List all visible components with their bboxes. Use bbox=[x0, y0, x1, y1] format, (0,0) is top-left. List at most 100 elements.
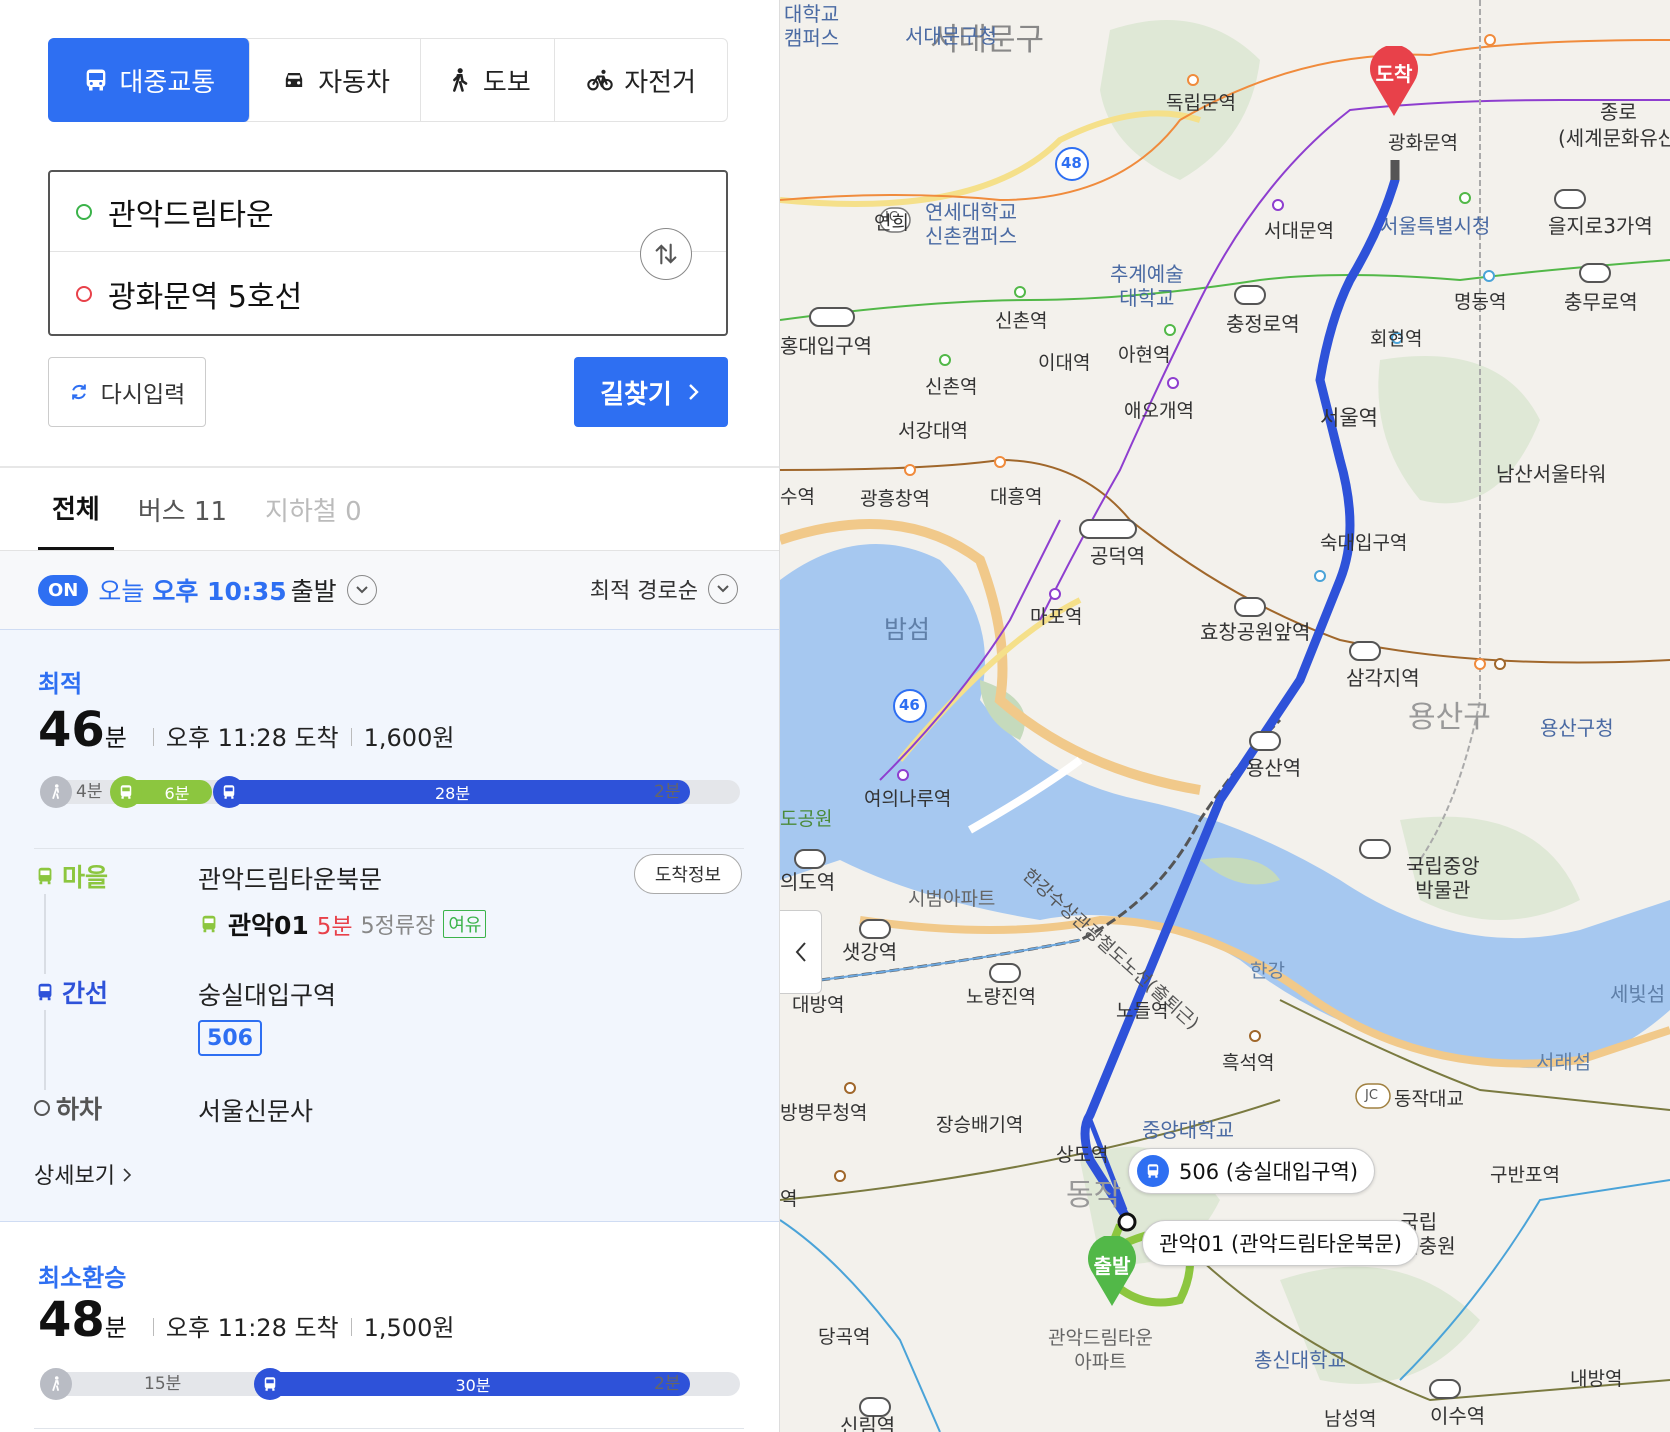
bus-icon bbox=[264, 1377, 276, 1391]
bus-icon bbox=[223, 785, 235, 799]
bus-506-callout[interactable]: 506 (숭실대입구역) bbox=[1128, 1148, 1376, 1194]
car-icon bbox=[286, 73, 303, 87]
swap-arrows-icon bbox=[655, 243, 677, 265]
map-label: 서래섬 bbox=[1536, 1050, 1592, 1074]
swap-button[interactable] bbox=[640, 228, 692, 280]
village-bus-number[interactable]: 관악01 bbox=[228, 906, 309, 942]
map-label: 장승배기역 bbox=[936, 1114, 1024, 1136]
map-label: 충무로역 bbox=[1564, 290, 1638, 314]
alight-step-type: 하차 bbox=[34, 1090, 103, 1126]
minutes-unit: 분 bbox=[104, 724, 127, 752]
map-label: 서대문역 bbox=[1264, 220, 1334, 242]
sort-dropdown[interactable]: 최적 경로순 bbox=[590, 573, 738, 605]
map-label: 추계예술 대학교 bbox=[1110, 262, 1184, 310]
on-badge[interactable]: ON bbox=[38, 574, 89, 606]
refresh-icon bbox=[71, 384, 86, 400]
alight-type-label: 하차 bbox=[56, 1095, 103, 1124]
map-label: 수역 bbox=[780, 486, 815, 508]
map-label: 시범아파트 bbox=[908, 888, 996, 910]
filter-subway[interactable]: 지하철 0 bbox=[251, 468, 376, 550]
reset-label: 다시입력 bbox=[100, 382, 186, 408]
walk-icon bbox=[52, 1376, 60, 1392]
trunk-bus-segment-icon bbox=[213, 776, 245, 808]
filter-bus[interactable]: 버스 11 bbox=[124, 468, 241, 550]
trunk-bus-duration: 30분 bbox=[455, 1376, 491, 1395]
bus-icon bbox=[86, 69, 105, 91]
map-label: 세빛섬 bbox=[1610, 982, 1666, 1006]
tab-car[interactable]: 자동차 bbox=[250, 39, 422, 121]
map-label: 숙대입구역 bbox=[1320, 532, 1408, 554]
map-view[interactable]: 대학교 캠퍼스 서대문구 서대문구청 독립문역 광화문역 종로 (세계문화유산 … bbox=[780, 0, 1670, 1432]
separator bbox=[350, 1318, 352, 1336]
bus-gwanak01-callout[interactable]: 관악01 (관악드림타운북문) bbox=[1142, 1220, 1419, 1266]
detail-link[interactable]: 상세보기 bbox=[34, 1158, 132, 1190]
map-label: 용산구청 bbox=[1540, 716, 1614, 740]
destination-field[interactable]: 광화문역 5호선 bbox=[50, 254, 650, 334]
route-input-box: 관악드림타운 광화문역 5호선 bbox=[48, 170, 728, 336]
destination-dot-icon bbox=[76, 286, 92, 302]
trunk-bus-type-label: 간선 bbox=[62, 979, 109, 1008]
map-label: 동작 bbox=[1066, 1178, 1122, 1213]
map-label: 상도역 bbox=[1056, 1144, 1109, 1166]
chevron-left-icon bbox=[795, 942, 806, 962]
map-label: 회현역 bbox=[1370, 328, 1423, 350]
bus-icon bbox=[38, 983, 52, 1001]
village-bus-duration: 6분 bbox=[164, 784, 190, 803]
map-label: 연희 bbox=[874, 212, 909, 234]
map-label: 신림역 bbox=[840, 1414, 896, 1432]
filter-all[interactable]: 전체 bbox=[38, 468, 114, 550]
time-dropdown-button[interactable] bbox=[346, 575, 377, 605]
route-time-bar: 4분 6분 28분 2분 bbox=[40, 776, 740, 808]
find-route-button[interactable]: 길찾기 bbox=[574, 357, 728, 427]
departure-time[interactable]: 오늘 오후 10:35 bbox=[98, 572, 286, 608]
reset-button[interactable]: 다시입력 bbox=[48, 357, 206, 427]
map-label: 충정로역 bbox=[1226, 312, 1300, 336]
trunk-bus-segment: 28분 bbox=[215, 780, 690, 804]
walk-segment-icon bbox=[40, 776, 72, 808]
tab-bike[interactable]: 자전거 bbox=[555, 39, 727, 121]
chevron-right-icon bbox=[689, 384, 699, 400]
arrival-info-button[interactable]: 도착정보 bbox=[634, 854, 742, 894]
walk-icon bbox=[52, 784, 60, 800]
result-label: 최적 bbox=[38, 670, 83, 698]
tab-transit[interactable]: 대중교통 bbox=[48, 38, 250, 122]
origin-field[interactable]: 관악드림타운 bbox=[50, 172, 726, 252]
total-minutes: 46 bbox=[38, 702, 105, 758]
walk-icon bbox=[452, 68, 468, 92]
route-result-card[interactable]: 최적 46 분 오후 11:28 도착 1,600원 4분 6분 28분 2분 … bbox=[0, 629, 779, 1222]
map-label: 노량진역 bbox=[966, 986, 1036, 1008]
route-result-card[interactable]: 최소환승 48 분 오후 11:28 도착 1,500원 15분 30분 2분 bbox=[0, 1222, 779, 1432]
walk-segment-icon bbox=[40, 1368, 72, 1400]
map-label: 용산구 bbox=[1408, 700, 1491, 735]
trunk-bus-number[interactable]: 506 bbox=[198, 1020, 262, 1056]
map-label: 흑석역 bbox=[1222, 1052, 1275, 1074]
route-number-label: 46 bbox=[899, 696, 920, 714]
collapse-panel-button[interactable] bbox=[780, 910, 822, 994]
minutes-unit: 분 bbox=[104, 1314, 127, 1342]
bus-icon bbox=[120, 785, 132, 799]
map-label: 용산역 bbox=[1246, 756, 1302, 780]
map-label: 의도역 bbox=[780, 870, 836, 894]
village-bus-segment-icon bbox=[110, 776, 142, 808]
chevron-down-icon bbox=[717, 585, 729, 593]
map-label: 남성역 bbox=[1324, 1408, 1377, 1430]
map-label: 동작대교 bbox=[1394, 1088, 1464, 1110]
village-bus-type-label: 마을 bbox=[62, 863, 109, 892]
map-label: 밤섬 bbox=[884, 615, 931, 644]
map-label: 여의나루역 bbox=[864, 788, 952, 810]
map-label: 독립문역 bbox=[1166, 92, 1236, 114]
tab-car-label: 자동차 bbox=[318, 67, 390, 98]
fare: 1,500원 bbox=[363, 1314, 455, 1342]
map-label: 노들역 bbox=[1116, 1000, 1169, 1022]
bus-eta: 5분 bbox=[316, 914, 353, 940]
map-label: 총신대학교 bbox=[1254, 1348, 1346, 1372]
tab-walk[interactable]: 도보 bbox=[421, 39, 556, 121]
map-label: 대학교 캠퍼스 bbox=[784, 2, 840, 50]
departure-time-row: ON 오늘 오후 10:35 출발 최적 경로순 bbox=[0, 551, 779, 629]
directions-panel: 대중교통 자동차 도보 자전거 관악드림타운 광화문역 5호선 다시입력 길찾기… bbox=[0, 0, 780, 1432]
map-label: 종로 bbox=[1600, 100, 1637, 124]
walk-duration: 4분 bbox=[76, 782, 103, 802]
result-label: 최소환승 bbox=[38, 1264, 127, 1292]
village-bus-step-type: 마을 bbox=[34, 858, 109, 894]
separator bbox=[350, 728, 352, 746]
